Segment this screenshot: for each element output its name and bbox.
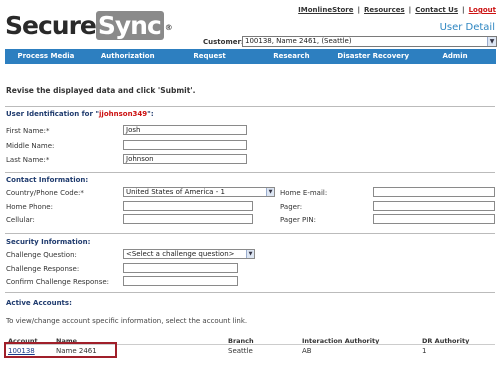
resources-link[interactable]: Resources (364, 6, 405, 14)
account-branch-cell: Seattle (228, 347, 253, 355)
challenge-question-value: <Select a challenge question> (126, 250, 235, 258)
last-name-field[interactable]: Johnson (123, 154, 247, 164)
instruction-text: Revise the displayed data and click 'Sub… (6, 86, 196, 95)
nav-process-media[interactable]: Process Media (5, 49, 87, 64)
nav-disaster-recovery[interactable]: Disaster Recovery (332, 49, 414, 64)
link-separator: | (408, 6, 412, 14)
row-highlight-box (4, 342, 117, 358)
home-email-field[interactable] (373, 187, 495, 197)
first-name-field[interactable]: Josh (123, 125, 247, 135)
contact-section-title: Contact Information: (6, 176, 89, 184)
section-divider (5, 292, 495, 293)
home-phone-label: Home Phone: (6, 203, 53, 211)
pager-field[interactable] (373, 201, 495, 211)
imonlinestore-link[interactable]: IMonlineStore (298, 6, 353, 14)
country-label: Country/Phone Code:* (6, 189, 84, 197)
country-select[interactable]: United States of America - 1 ▼ (123, 187, 275, 197)
country-select-value: United States of America - 1 (126, 188, 225, 196)
nav-admin[interactable]: Admin (414, 49, 496, 64)
nav-request[interactable]: Request (169, 49, 251, 64)
section-divider (5, 106, 495, 107)
logo-sync-text: Sync (95, 11, 164, 40)
link-separator: | (357, 6, 361, 14)
page-title: User Detail (439, 22, 495, 33)
link-separator: | (462, 6, 465, 14)
registered-mark: ® (164, 23, 173, 32)
accounts-section-title: Active Accounts: (6, 299, 72, 307)
chevron-down-icon[interactable]: ▼ (487, 37, 496, 46)
section-divider (5, 172, 495, 173)
challenge-response-field[interactable] (123, 263, 238, 273)
last-name-label: Last Name:* (6, 156, 50, 164)
main-nav: Process Media Authorization Request Rese… (5, 49, 496, 64)
confirm-challenge-response-field[interactable] (123, 276, 238, 286)
chevron-down-icon[interactable]: ▼ (266, 188, 274, 196)
pager-pin-label: Pager PIN: (280, 216, 316, 224)
identification-title-prefix: User Identification for " (6, 110, 100, 118)
home-phone-field[interactable] (123, 201, 253, 211)
logo-secure-text: Secure (5, 11, 97, 40)
identification-section-title: User Identification for "jjohnson349": (6, 110, 154, 118)
username: jjohnson349 (99, 110, 148, 118)
contact-us-link[interactable]: Contact Us (415, 6, 458, 14)
challenge-question-select[interactable]: <Select a challenge question> ▼ (123, 249, 255, 259)
home-email-label: Home E-mail: (280, 189, 328, 197)
customer-select-value: 100138, Name 2461, (Seattle) (245, 37, 352, 45)
customer-select[interactable]: 100138, Name 2461, (Seattle) ▼ (242, 36, 497, 47)
logout-link[interactable]: Logout (469, 6, 496, 14)
account-dr-cell: 1 (422, 347, 427, 355)
challenge-response-label: Challenge Response: (6, 265, 80, 273)
chevron-down-icon[interactable]: ▼ (246, 250, 254, 258)
first-name-label: First Name:* (6, 127, 50, 135)
securesync-logo: SecureSync ® (5, 11, 173, 40)
top-links: IMonlineStore | Resources | Contact Us | Logou… (298, 6, 496, 14)
accounts-hint: To view/change account specific informat… (6, 317, 248, 325)
nav-authorization[interactable]: Authorization (87, 49, 169, 64)
section-divider (5, 233, 495, 234)
middle-name-label: Middle Name: (6, 142, 55, 150)
security-section-title: Security Information: (6, 238, 91, 246)
cellular-label: Cellular: (6, 216, 35, 224)
pager-pin-field[interactable] (373, 214, 495, 224)
middle-name-field[interactable] (123, 140, 247, 150)
account-interaction-cell: AB (302, 347, 312, 355)
pager-label: Pager: (280, 203, 303, 211)
challenge-question-label: Challenge Question: (6, 251, 77, 259)
cellular-field[interactable] (123, 214, 253, 224)
nav-research[interactable]: Research (250, 49, 332, 64)
identification-title-suffix: ": (147, 110, 154, 118)
confirm-challenge-response-label: Confirm Challenge Response: (6, 278, 110, 286)
customer-label: Customer: (203, 38, 244, 46)
